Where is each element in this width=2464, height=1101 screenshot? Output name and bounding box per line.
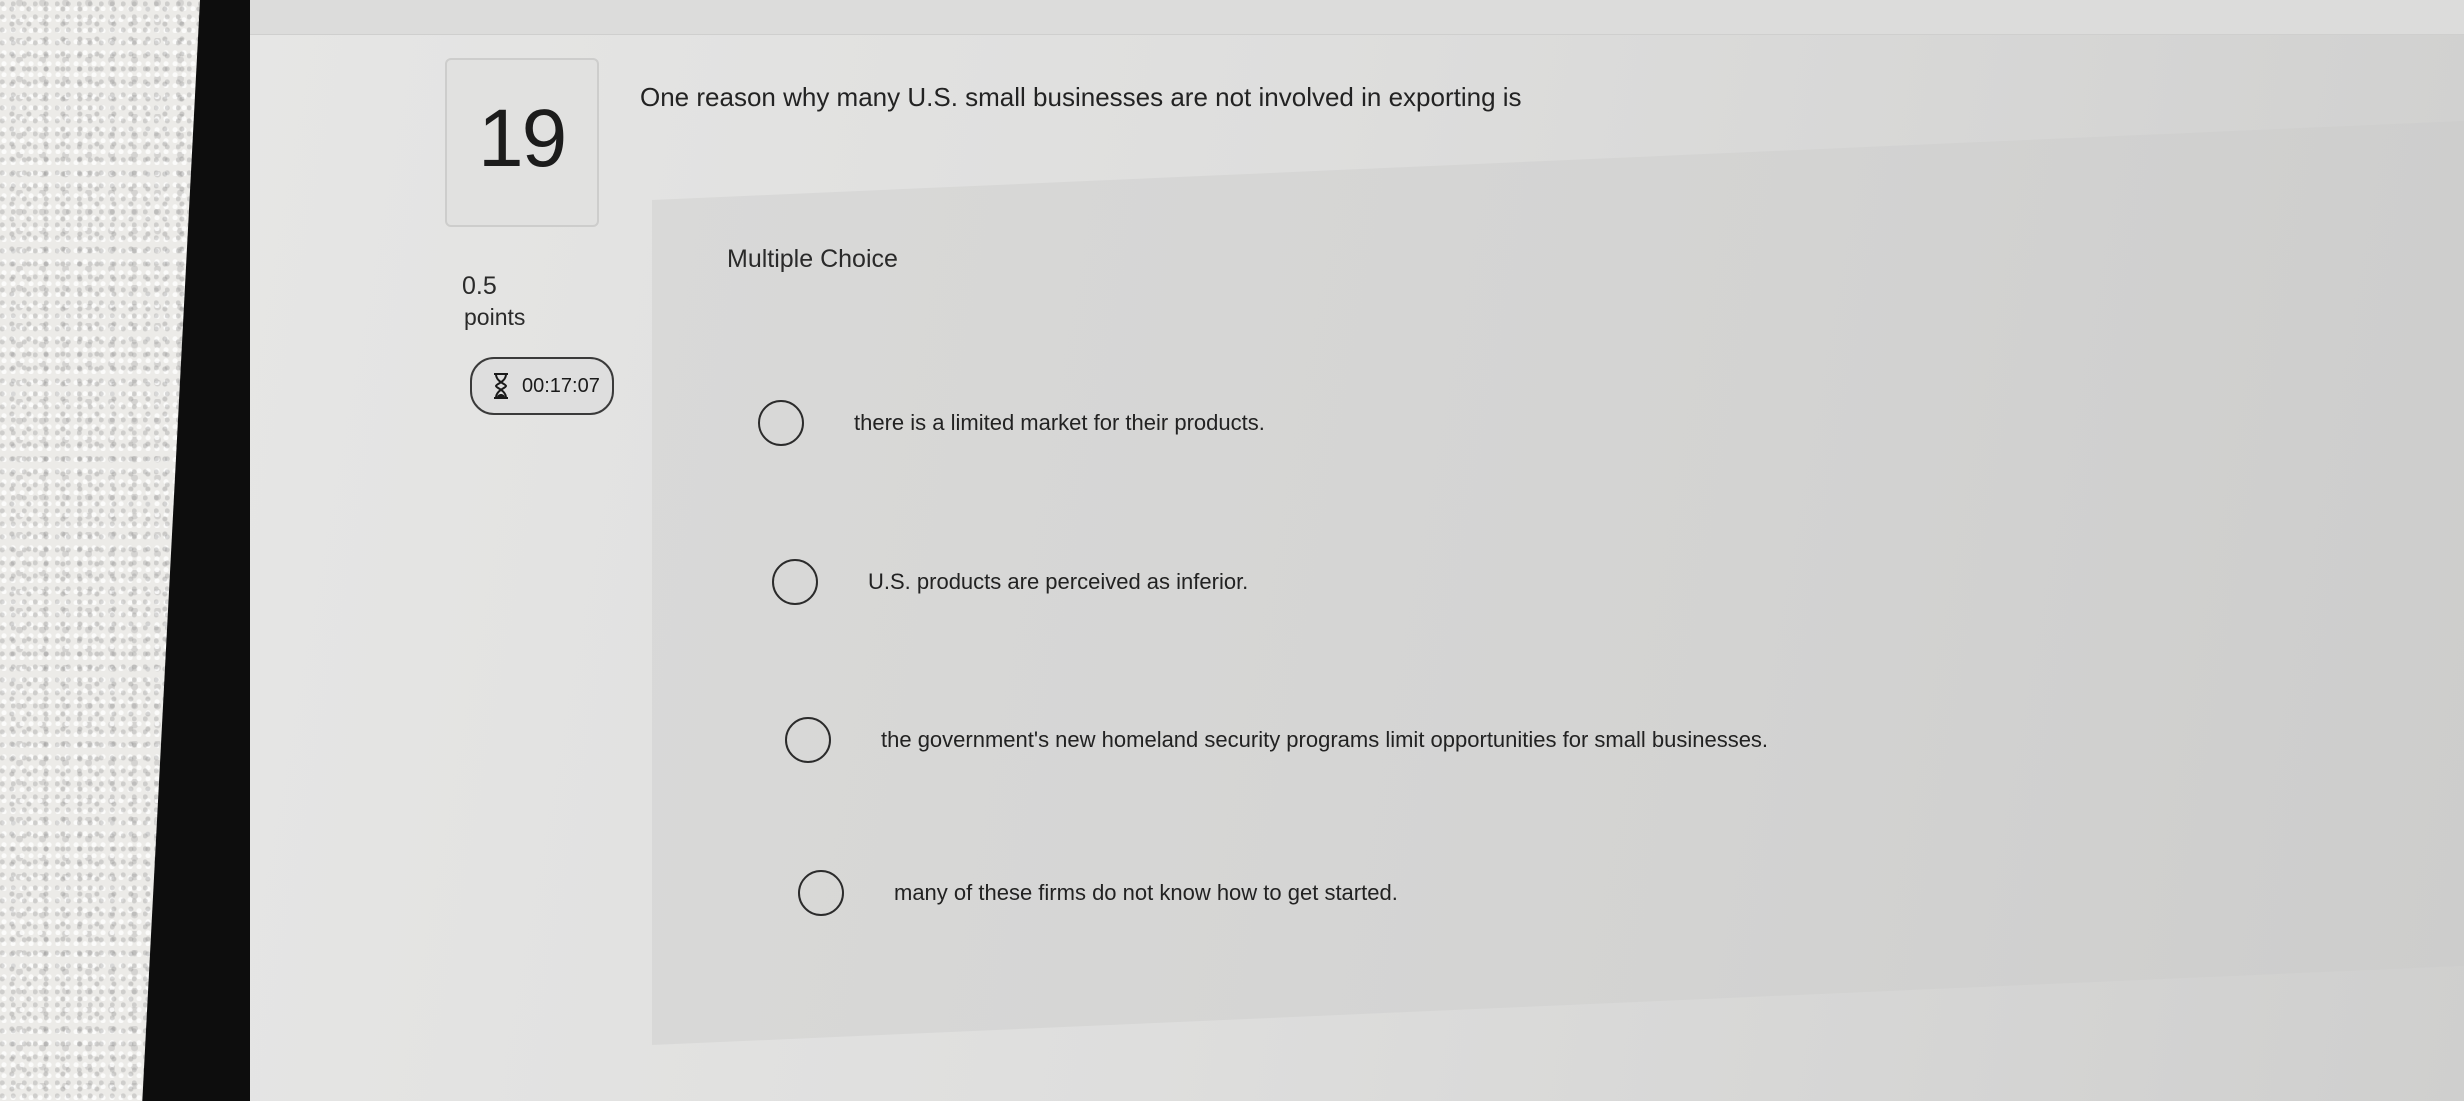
answer-option-2[interactable]: U.S. products are perceived as inferior. xyxy=(772,559,1248,605)
answer-option-label: many of these firms do not know how to g… xyxy=(894,880,1398,905)
radio-button[interactable] xyxy=(758,400,804,446)
question-number: 19 xyxy=(478,93,567,184)
hourglass-icon xyxy=(494,373,508,399)
timer-text: 00:17:07 xyxy=(522,374,600,397)
answer-option-1[interactable]: there is a limited market for their prod… xyxy=(758,400,1265,446)
answer-option-label: the government's new homeland security p… xyxy=(881,727,1769,752)
answer-option-4[interactable]: many of these firms do not know how to g… xyxy=(798,870,1398,916)
question-text: One reason why many U.S. small businesse… xyxy=(640,82,1522,112)
question-type-label: Multiple Choice xyxy=(727,245,898,273)
radio-button[interactable] xyxy=(772,559,818,605)
answer-option-label: U.S. products are perceived as inferior. xyxy=(868,569,1249,594)
answer-option-3[interactable]: the government's new homeland security p… xyxy=(785,717,1768,763)
top-bar xyxy=(250,0,2464,35)
timer-badge: 00:17:07 xyxy=(470,357,614,415)
answer-option-label: there is a limited market for their prod… xyxy=(854,410,1265,435)
points-label: points xyxy=(464,304,526,330)
radio-button[interactable] xyxy=(785,717,831,763)
points-value: 0.5 xyxy=(462,272,497,300)
radio-button[interactable] xyxy=(798,870,844,916)
